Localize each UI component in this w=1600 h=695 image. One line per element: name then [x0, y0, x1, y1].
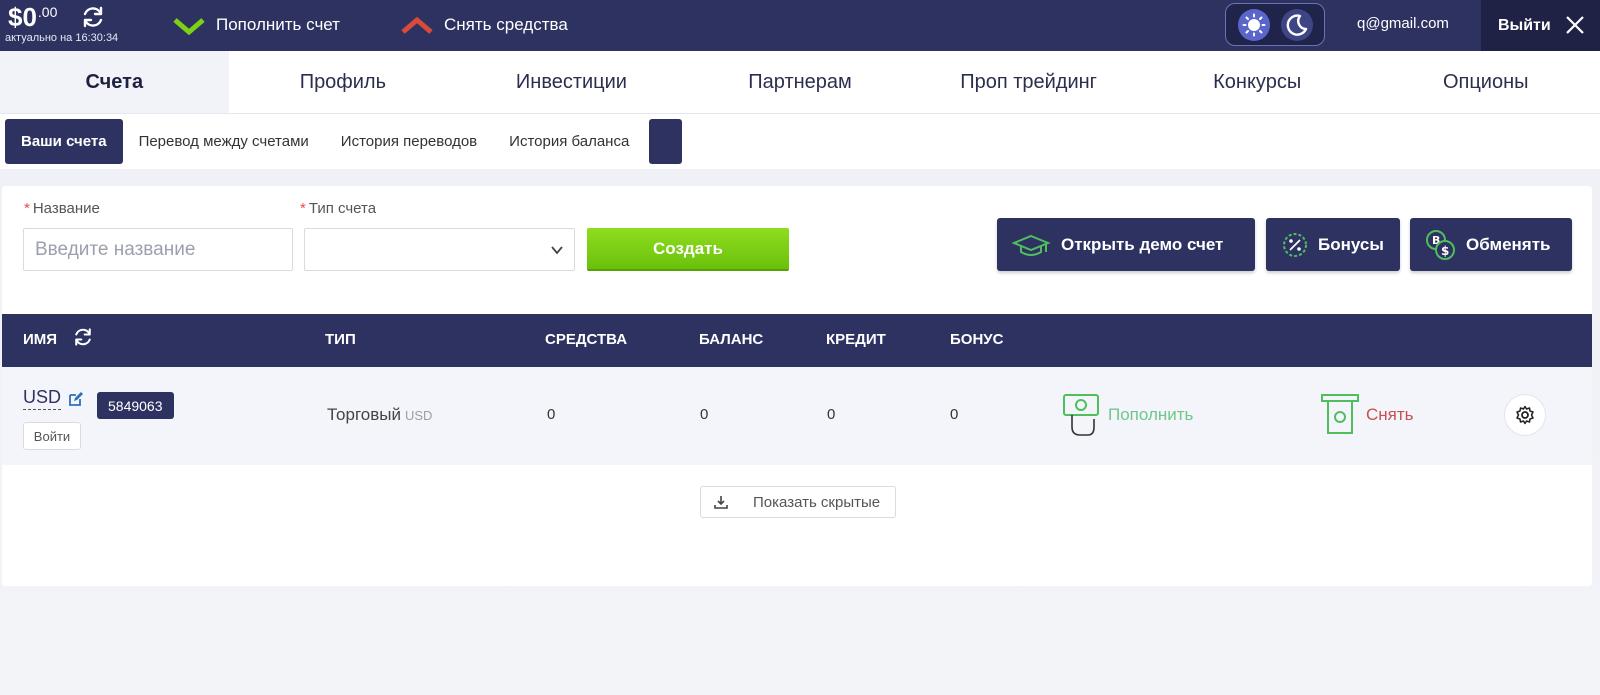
refresh-icon[interactable]	[72, 326, 94, 348]
graduation-cap-icon	[1011, 234, 1051, 256]
chevron-up-green-icon	[173, 18, 205, 36]
cash-deposit-icon	[1063, 394, 1099, 436]
balance-amount: $0	[8, 2, 37, 32]
account-type-text: Торговый	[327, 405, 401, 424]
nav-item-options[interactable]: Опционы	[1371, 51, 1600, 113]
deposit-top-label: Пополнить счет	[216, 15, 340, 34]
chevron-down-icon	[551, 246, 563, 255]
sub-tab-your-accounts[interactable]: Ваши счета	[5, 119, 123, 164]
show-hidden-label: Показать скрытые	[753, 493, 881, 511]
balance-cell: 0	[700, 406, 709, 423]
open-demo-label: Открыть демо счет	[1061, 234, 1224, 254]
row-deposit-button[interactable]: Пополнить	[1062, 393, 1193, 437]
required-mark: *	[300, 200, 306, 217]
name-label: * Название	[24, 200, 100, 217]
col-header-funds: СРЕДСТВА	[545, 331, 628, 348]
gear-icon	[1516, 405, 1534, 425]
svg-text:$: $	[1441, 244, 1449, 258]
exchange-label: Обменять	[1466, 234, 1551, 254]
withdraw-top-button[interactable]: Снять средства	[400, 12, 568, 38]
row-deposit-label: Пополнить	[1108, 405, 1194, 424]
main-nav: Счета Профиль Инвестиции Партнерам Проп …	[0, 51, 1600, 114]
exchange-button[interactable]: B $ Обменять	[1410, 218, 1572, 271]
theme-toggle[interactable]	[1225, 3, 1325, 46]
nav-item-investments[interactable]: Инвестиции	[457, 51, 686, 113]
show-hidden-button[interactable]: Показать скрытые	[700, 486, 896, 518]
theme-dark-button[interactable]	[1280, 8, 1313, 41]
top-bar: $0.00 актуально на 16:30:34 Пополнить сч…	[0, 0, 1600, 51]
close-icon	[1566, 16, 1584, 34]
col-header-type: ТИП	[325, 331, 356, 348]
nav-item-profile[interactable]: Профиль	[229, 51, 458, 113]
sub-tab-transfer[interactable]: Перевод между счетами	[123, 119, 325, 164]
cash-withdraw-icon	[1321, 394, 1359, 434]
nav-item-partners[interactable]: Партнерам	[686, 51, 915, 113]
account-name-link[interactable]: USD	[23, 387, 62, 410]
nav-item-prop-trading[interactable]: Проп трейдинг	[914, 51, 1143, 113]
nav-item-accounts[interactable]: Счета	[0, 51, 229, 113]
name-label-text: Название	[32, 200, 100, 217]
chevron-down-red-icon	[401, 16, 433, 34]
withdraw-top-label: Снять средства	[444, 15, 568, 34]
sun-icon	[1242, 13, 1265, 36]
refresh-icon[interactable]	[80, 4, 106, 30]
balance-display: $0.00	[8, 2, 57, 32]
theme-light-button[interactable]	[1237, 8, 1270, 41]
bonuses-label: Бонусы	[1318, 234, 1384, 254]
row-withdraw-label: Снять	[1366, 405, 1414, 424]
bonus-cell: 0	[950, 406, 959, 423]
account-type-cell: Торговый USD	[327, 405, 432, 425]
logout-label: Выйти	[1498, 16, 1551, 34]
moon-icon	[1286, 13, 1307, 36]
sub-tab-balance-history[interactable]: История баланса	[493, 119, 645, 164]
percent-icon	[1283, 232, 1307, 257]
logout-button[interactable]: Выйти	[1481, 0, 1600, 51]
coin-exchange-icon: B $	[1426, 229, 1455, 260]
sub-tab-transfer-history[interactable]: История переводов	[325, 119, 493, 164]
credit-cell: 0	[827, 406, 836, 423]
settings-button[interactable]	[1504, 394, 1546, 436]
open-demo-button[interactable]: Открыть демо счет	[997, 218, 1255, 271]
download-icon	[714, 496, 728, 509]
account-type-select[interactable]	[304, 228, 575, 271]
col-header-balance: БАЛАНС	[699, 331, 764, 348]
balance-updated-time: актуально на 16:30:34	[5, 32, 119, 44]
bonuses-button[interactable]: Бонусы	[1266, 218, 1400, 271]
required-mark: *	[24, 200, 30, 217]
type-label: * Тип счета	[300, 200, 376, 217]
accounts-card: *Название *Тип счета Создать Открыть дем…	[2, 186, 1592, 586]
col-header-bonus: БОНУС	[950, 331, 1004, 348]
row-withdraw-button[interactable]: Снять	[1320, 393, 1414, 437]
sub-tab-extra[interactable]	[649, 119, 683, 164]
funds-cell: 0	[547, 406, 556, 423]
account-currency: USD	[405, 408, 433, 423]
account-name-input[interactable]	[23, 228, 293, 271]
balance-cents: .00	[37, 4, 58, 20]
account-number-badge: 5849063	[97, 392, 174, 419]
nav-item-contests[interactable]: Конкурсы	[1143, 51, 1372, 113]
col-header-credit: КРЕДИТ	[826, 331, 886, 348]
edit-icon[interactable]	[68, 391, 84, 407]
sub-nav: Ваши счета Перевод между счетами История…	[0, 114, 1600, 169]
login-button[interactable]: Войти	[23, 422, 81, 450]
user-email[interactable]: q@gmail.com	[1357, 15, 1449, 32]
type-label-text: Тип счета	[308, 200, 377, 217]
accounts-table-header: ИМЯ ТИП СРЕДСТВА БАЛАНС КРЕДИТ БОНУС	[2, 314, 1592, 367]
create-account-button[interactable]: Создать	[587, 228, 789, 271]
deposit-top-button[interactable]: Пополнить счет	[172, 12, 340, 38]
table-row: USD 5849063 Войти Торговый USD 0 0 0 0 По…	[2, 367, 1592, 465]
col-header-name: ИМЯ	[23, 331, 58, 348]
